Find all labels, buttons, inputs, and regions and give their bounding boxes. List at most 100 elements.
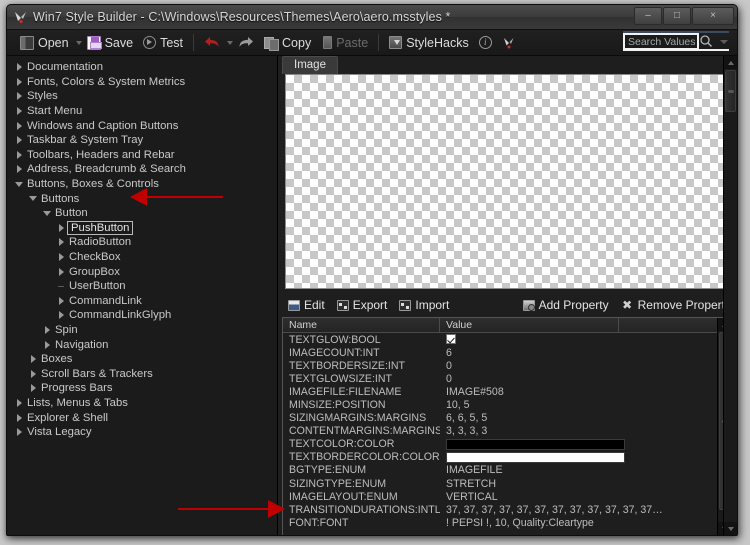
tree-node-address-breadcrumb-search[interactable]: Address, Breadcrumb & Search — [13, 162, 277, 177]
property-value[interactable]: 10, 5 — [440, 399, 720, 411]
property-value[interactable]: VERTICAL — [440, 491, 720, 503]
property-row[interactable]: SIZINGMARGINS:MARGINS 6, 6, 5, 5 — [283, 412, 730, 425]
undo-button[interactable] — [199, 32, 225, 54]
column-header-value[interactable]: Value — [440, 318, 619, 332]
value-color-swatch[interactable] — [446, 438, 625, 450]
tree-node-spin[interactable]: Spin — [13, 323, 277, 338]
property-value[interactable]: 0 — [440, 360, 720, 372]
maximize-button[interactable]: □ — [663, 7, 691, 25]
magnifier-icon[interactable] — [699, 34, 713, 48]
minimize-button[interactable]: – — [634, 7, 662, 25]
tree-node-windows-and-caption-buttons[interactable]: Windows and Caption Buttons — [13, 118, 277, 133]
window-scrollbar[interactable] — [723, 56, 737, 535]
property-row[interactable]: TEXTBORDERCOLOR:COLOR — [283, 451, 730, 464]
chevron-right-icon[interactable] — [27, 355, 39, 364]
property-row[interactable]: IMAGELAYOUT:ENUM VERTICAL — [283, 490, 730, 503]
property-value[interactable]: 6, 6, 5, 5 — [440, 412, 720, 424]
image-preview-canvas[interactable] — [285, 74, 730, 289]
tree-node-documentation[interactable]: Documentation — [13, 60, 277, 75]
property-value[interactable] — [440, 333, 720, 346]
style-tree-panel[interactable]: Documentation Fonts, Colors & System Metr… — [7, 56, 278, 535]
column-header-name[interactable]: Name — [283, 318, 440, 332]
chevron-down-icon[interactable] — [41, 210, 53, 216]
chevron-right-icon[interactable] — [27, 384, 39, 393]
property-row[interactable]: TRANSITIONDURATIONS:INTLIST37, 37, 37, 3… — [283, 503, 730, 516]
tree-node-progress-bars[interactable]: Progress Bars — [13, 381, 277, 396]
property-value[interactable]: ! PEPSI !, 10, Quality:Cleartype — [440, 517, 720, 529]
chevron-right-icon[interactable] — [55, 253, 67, 262]
tree-node-pushbutton[interactable]: PushButton — [13, 220, 277, 236]
window-scroll-up-icon[interactable] — [724, 56, 737, 69]
about-button[interactable] — [497, 32, 521, 54]
redo-button[interactable] — [233, 32, 259, 54]
chevron-right-icon[interactable] — [41, 325, 53, 334]
property-value[interactable] — [440, 451, 720, 463]
tree-node-styles[interactable]: Styles — [13, 89, 277, 104]
property-value[interactable]: STRETCH — [440, 478, 720, 490]
property-grid[interactable]: Name Value TEXTGLOW:BOOL IMAGECOUNT:INT 6 T… — [282, 317, 730, 535]
save-button[interactable]: Save — [82, 32, 139, 54]
tree-node-groupbox[interactable]: GroupBox — [13, 264, 277, 279]
tree-node-taskbar-system-tray[interactable]: Taskbar & System Tray — [13, 133, 277, 148]
property-row[interactable]: FONT:FONT ! PEPSI !, 10, Quality:Cleartyp… — [283, 516, 730, 529]
paste-button[interactable]: Paste — [316, 32, 373, 54]
search-input[interactable]: Search Values — [623, 33, 699, 50]
search-dropdown-caret-icon[interactable] — [720, 40, 728, 44]
tree-node-radiobutton[interactable]: RadioButton — [13, 235, 277, 250]
chevron-right-icon[interactable] — [13, 398, 25, 407]
chevron-right-icon[interactable] — [13, 121, 25, 130]
tree-node-button[interactable]: Button — [13, 206, 277, 221]
tree-node-commandlinkglyph[interactable]: CommandLinkGlyph — [13, 308, 277, 323]
chevron-right-icon[interactable] — [13, 150, 25, 159]
chevron-right-icon[interactable] — [13, 92, 25, 101]
tree-node-explorer-shell[interactable]: Explorer & Shell — [13, 410, 277, 425]
chevron-right-icon[interactable] — [13, 136, 25, 145]
tree-node-boxes[interactable]: Boxes — [13, 352, 277, 367]
property-value[interactable]: 3, 3, 3, 3 — [440, 425, 720, 437]
info-button[interactable]: i — [474, 32, 497, 54]
add-property-button[interactable]: Add Property — [517, 298, 615, 312]
tree-node-userbutton[interactable]: UserButton — [13, 279, 277, 294]
chevron-right-icon[interactable] — [13, 413, 25, 422]
tree-node-commandlink[interactable]: CommandLink — [13, 294, 277, 309]
chevron-right-icon[interactable] — [55, 223, 67, 232]
property-value[interactable] — [440, 438, 720, 450]
window-scroll-down-icon[interactable] — [724, 522, 737, 535]
import-button[interactable]: Import — [393, 298, 455, 312]
window-scrollbar-thumb[interactable] — [725, 70, 736, 112]
tab-image[interactable]: Image — [282, 56, 338, 74]
tree-node-fonts-colors-system-metrics[interactable]: Fonts, Colors & System Metrics — [13, 75, 277, 90]
property-value[interactable]: IMAGE#508 — [440, 386, 720, 398]
property-row[interactable]: CONTENTMARGINS:MARGINS 3, 3, 3, 3 — [283, 425, 730, 438]
chevron-right-icon[interactable] — [13, 63, 25, 72]
property-row[interactable]: MINSIZE:POSITION 10, 5 — [283, 398, 730, 411]
chevron-right-icon[interactable] — [41, 340, 53, 349]
tree-node-vista-legacy[interactable]: Vista Legacy — [13, 425, 277, 440]
property-row[interactable]: TEXTGLOWSIZE:INT 0 — [283, 372, 730, 385]
tree-node-lists-menus-tabs[interactable]: Lists, Menus & Tabs — [13, 396, 277, 411]
test-button[interactable]: Test — [138, 32, 188, 54]
tree-node-start-menu[interactable]: Start Menu — [13, 104, 277, 119]
chevron-right-icon[interactable] — [13, 165, 25, 174]
property-row[interactable]: SIZINGTYPE:ENUM STRETCH — [283, 477, 730, 490]
stylehacks-button[interactable]: StyleHacks — [384, 32, 474, 54]
chevron-down-icon[interactable] — [13, 181, 25, 187]
remove-property-button[interactable]: ✖ Remove Property — [615, 298, 737, 312]
chevron-right-icon[interactable] — [13, 107, 25, 116]
copy-button[interactable]: Copy — [259, 32, 316, 54]
property-row[interactable]: TEXTGLOW:BOOL — [283, 333, 730, 346]
property-value[interactable]: 0 — [440, 373, 720, 385]
chevron-right-icon[interactable] — [13, 77, 25, 86]
close-button[interactable]: × — [692, 7, 734, 25]
chevron-right-icon[interactable] — [55, 311, 67, 320]
property-row[interactable]: BGTYPE:ENUM IMAGEFILE — [283, 464, 730, 477]
property-row[interactable]: TEXTCOLOR:COLOR — [283, 438, 730, 451]
open-button[interactable]: Open — [15, 32, 74, 54]
export-button[interactable]: Export — [331, 298, 394, 312]
window-scrollbar-track[interactable] — [724, 56, 737, 535]
value-color-swatch[interactable] — [446, 451, 625, 463]
chevron-right-icon[interactable] — [55, 238, 67, 247]
chevron-right-icon[interactable] — [55, 267, 67, 276]
property-row[interactable]: IMAGECOUNT:INT 6 — [283, 346, 730, 359]
chevron-right-icon[interactable] — [13, 428, 25, 437]
